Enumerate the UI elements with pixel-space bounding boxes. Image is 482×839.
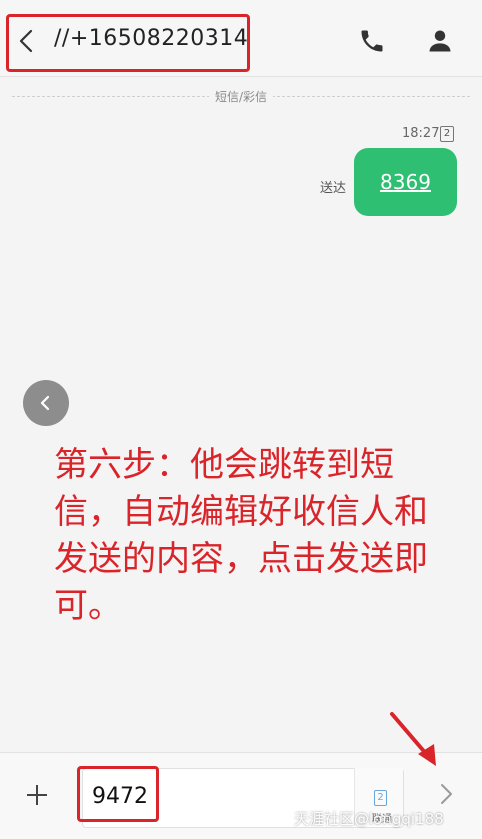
contact-button[interactable] bbox=[426, 27, 454, 55]
floating-back-button[interactable] bbox=[23, 380, 69, 426]
divider-label: 短信/彩信 bbox=[0, 88, 482, 105]
phone-icon bbox=[361, 30, 383, 52]
instruction-annotation: 第六步：他会跳转到短信，自动编辑好收信人和发送的内容，点击发送即可。 bbox=[54, 445, 428, 626]
sim-slot-badge: 2 bbox=[440, 126, 454, 142]
header-highlight-box bbox=[6, 14, 250, 72]
person-icon bbox=[429, 30, 451, 52]
send-button[interactable] bbox=[436, 780, 458, 808]
message-time: 18:27 bbox=[402, 126, 440, 141]
delivery-status: 送达 bbox=[320, 181, 347, 196]
left-chevron-icon bbox=[40, 395, 50, 411]
plus-icon bbox=[27, 785, 47, 805]
message-bubble[interactable]: 8369 bbox=[354, 148, 457, 216]
add-attachment-button[interactable] bbox=[24, 782, 50, 808]
watermark: 天涯社区@longqi188 bbox=[294, 810, 444, 828]
input-highlight-box bbox=[77, 766, 159, 822]
message-text[interactable]: 8369 bbox=[380, 170, 431, 194]
red-arrow-annotation bbox=[390, 712, 436, 766]
call-button[interactable] bbox=[358, 27, 386, 55]
send-chevron-icon bbox=[441, 784, 452, 804]
sim-card-icon: 2 bbox=[374, 790, 387, 806]
